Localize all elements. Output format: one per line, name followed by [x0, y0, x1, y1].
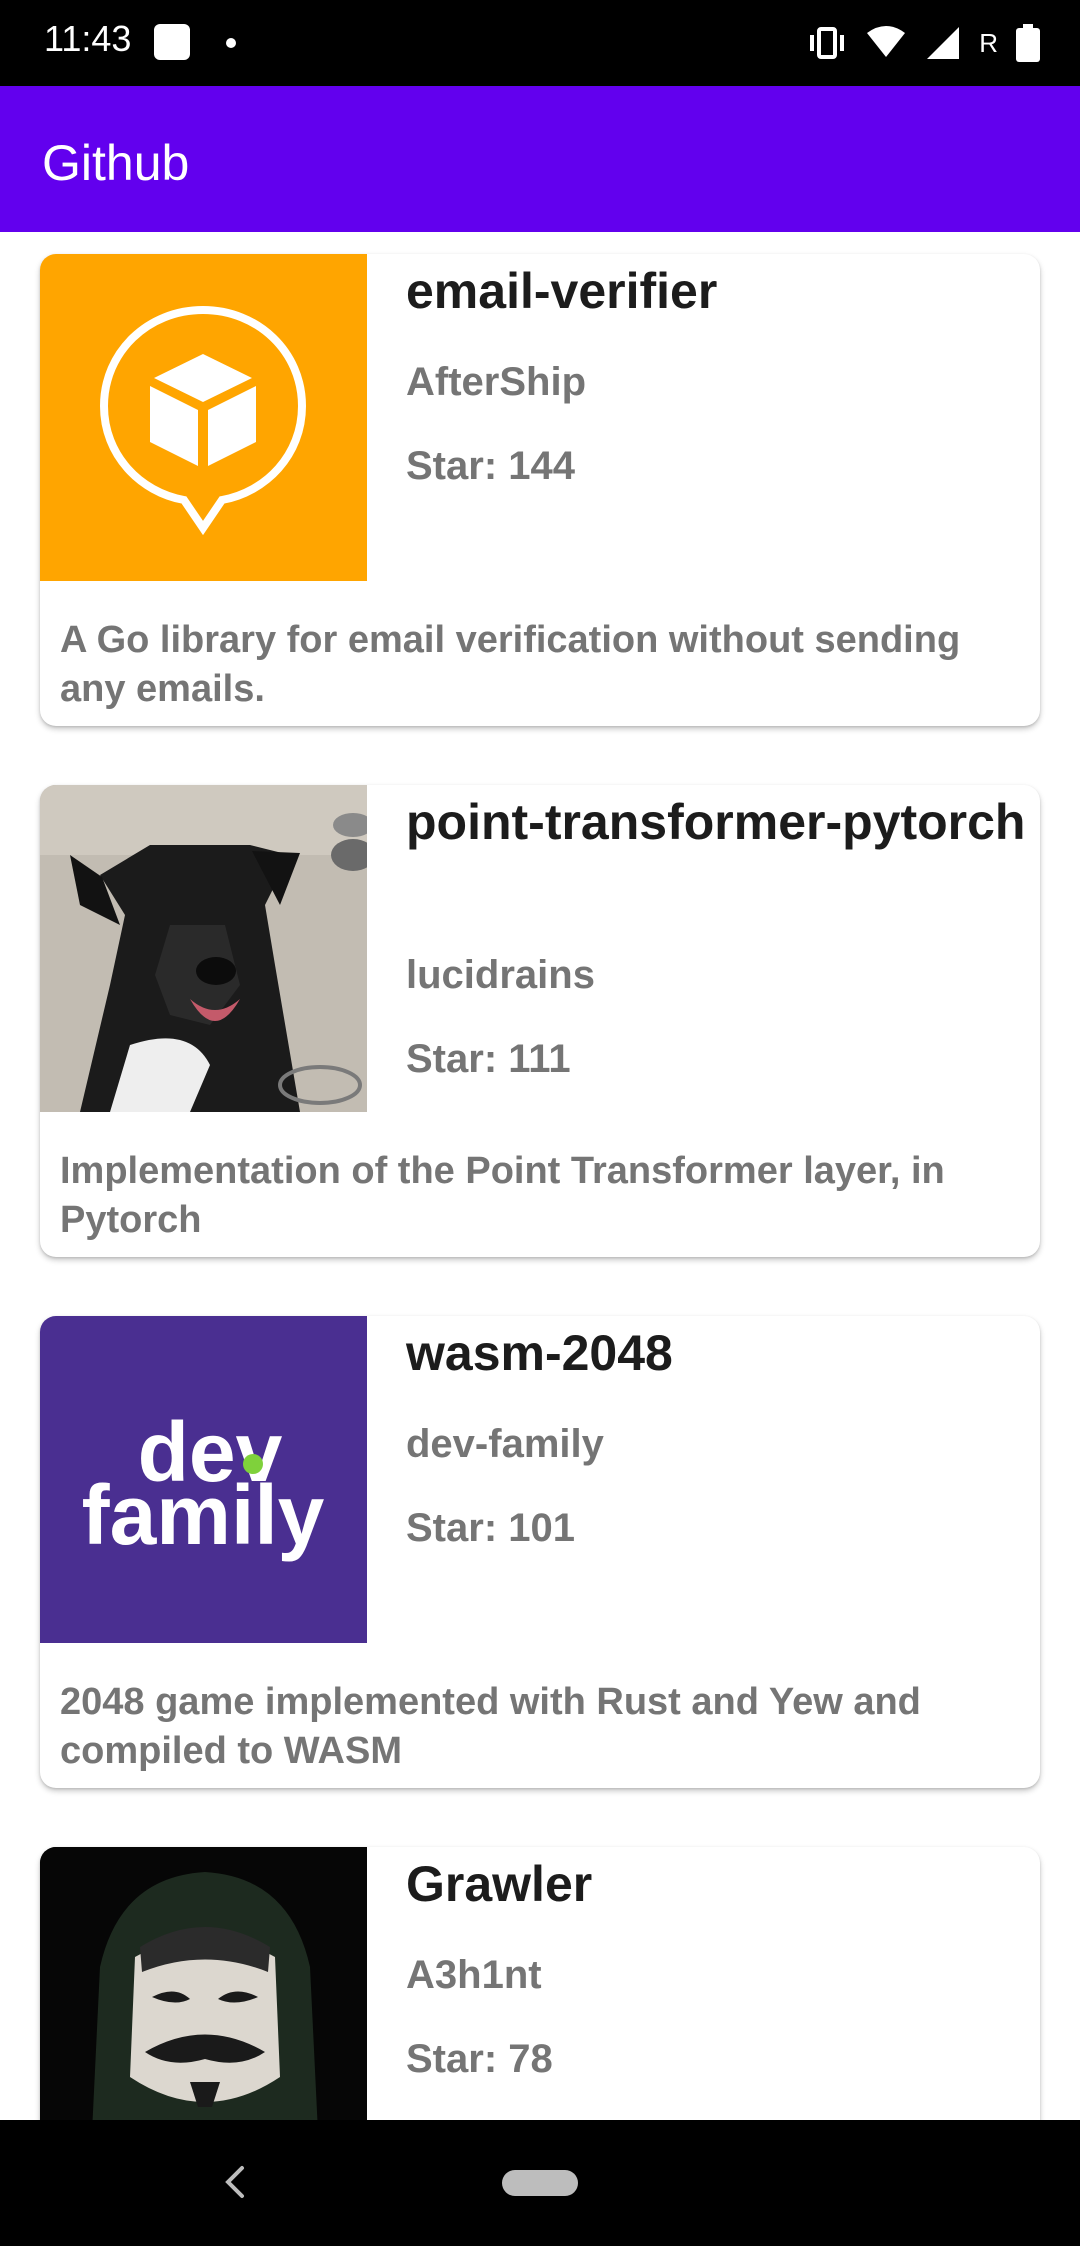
repo-avatar [40, 254, 367, 581]
navigation-bar [0, 2120, 1080, 2246]
repo-list[interactable]: email-verifier AfterShip Star: 144 A Go … [0, 232, 1080, 2120]
svg-text:x: x [893, 25, 900, 40]
repo-owner: dev-family [406, 1422, 604, 1466]
back-icon[interactable] [222, 2164, 248, 2200]
app-title: Github [42, 135, 190, 191]
vibrate-icon [810, 27, 845, 59]
repo-description: Implementation of the Point Transformer … [60, 1150, 945, 1241]
repo-owner: A3h1nt [406, 1953, 542, 1997]
repo-name: Grawler [406, 1856, 593, 1912]
repo-owner: lucidrains [406, 953, 595, 997]
repo-card[interactable]: dev family wasm-2048 dev-family Star: 10… [40, 1316, 1040, 1788]
repo-name: wasm-2048 [406, 1325, 673, 1381]
repo-card[interactable]: email-verifier AfterShip Star: 144 A Go … [40, 254, 1040, 726]
repo-description: A Go library for email verification with… [60, 619, 961, 710]
carrier-badge: R [979, 27, 998, 58]
repo-name: email-verifier [406, 263, 718, 319]
repo-avatar: dev family [40, 1316, 367, 1643]
signal-icon [927, 27, 960, 59]
notification-icon [154, 24, 190, 60]
repo-card[interactable]: Grawler A3h1nt Star: 78 [40, 1847, 1040, 2120]
status-time: 11:43 [44, 18, 132, 59]
aftership-logo-icon [99, 305, 307, 536]
dog-photo-icon [40, 785, 367, 1112]
repo-stars: Star: 78 [406, 2037, 553, 2081]
repo-description: 2048 game implemented with Rust and Yew … [60, 1681, 921, 1772]
repo-avatar [40, 785, 367, 1112]
repo-owner: AfterShip [406, 360, 586, 404]
repo-card[interactable]: point-transformer-pytorch lucidrains Sta… [40, 785, 1040, 1257]
repo-stars: Star: 101 [406, 1506, 575, 1550]
status-bar: 11:43 x R [0, 0, 1080, 86]
repo-stars: Star: 144 [406, 444, 575, 488]
wifi-icon: x [867, 25, 906, 57]
dev-family-logo-icon: dev family [82, 1405, 325, 1562]
app-bar: Github [0, 86, 1080, 232]
notification-dot-icon [226, 38, 236, 48]
repo-name: point-transformer-pytorch [406, 794, 1026, 850]
repo-stars: Star: 111 [406, 1037, 571, 1081]
battery-icon [1016, 24, 1040, 62]
repo-avatar [40, 1847, 367, 2120]
masked-hacker-photo-icon [40, 1847, 367, 2120]
logo-text-family: family [82, 1468, 325, 1562]
home-button[interactable] [502, 2170, 578, 2196]
status-icons: x R [807, 20, 1040, 66]
